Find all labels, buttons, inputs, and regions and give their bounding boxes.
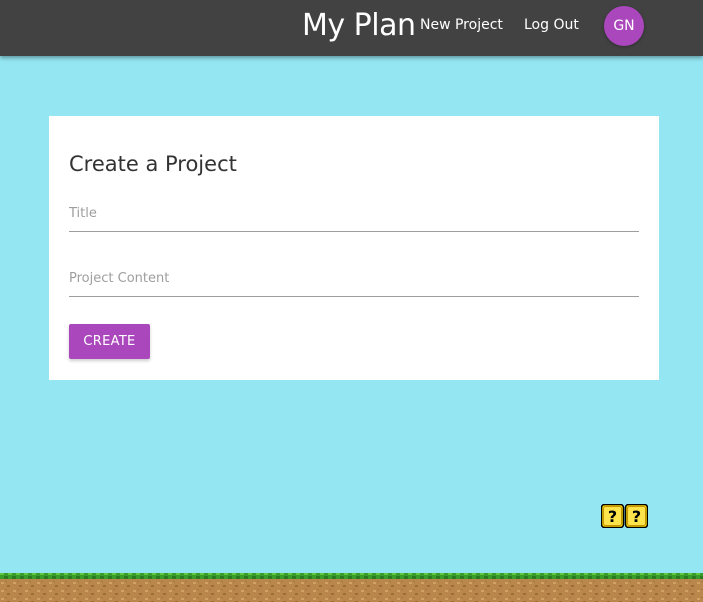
create-button[interactable]: CREATE: [69, 324, 150, 359]
svg-text:?: ?: [608, 507, 617, 526]
svg-text:?: ?: [632, 507, 641, 526]
question-block-icon: ? ?: [601, 504, 648, 528]
project-content-input[interactable]: [69, 261, 639, 297]
navbar: My Plan New Project Log Out GN: [0, 0, 703, 56]
log-out-link[interactable]: Log Out: [524, 0, 579, 50]
form-title: Create a Project: [69, 152, 237, 176]
new-project-link[interactable]: New Project: [420, 0, 503, 50]
user-avatar[interactable]: GN: [604, 6, 644, 46]
create-project-card: Create a Project CREATE: [49, 116, 659, 380]
brand-logo[interactable]: My Plan: [302, 8, 416, 44]
title-input[interactable]: [69, 196, 639, 232]
grass-ground: [0, 573, 703, 602]
